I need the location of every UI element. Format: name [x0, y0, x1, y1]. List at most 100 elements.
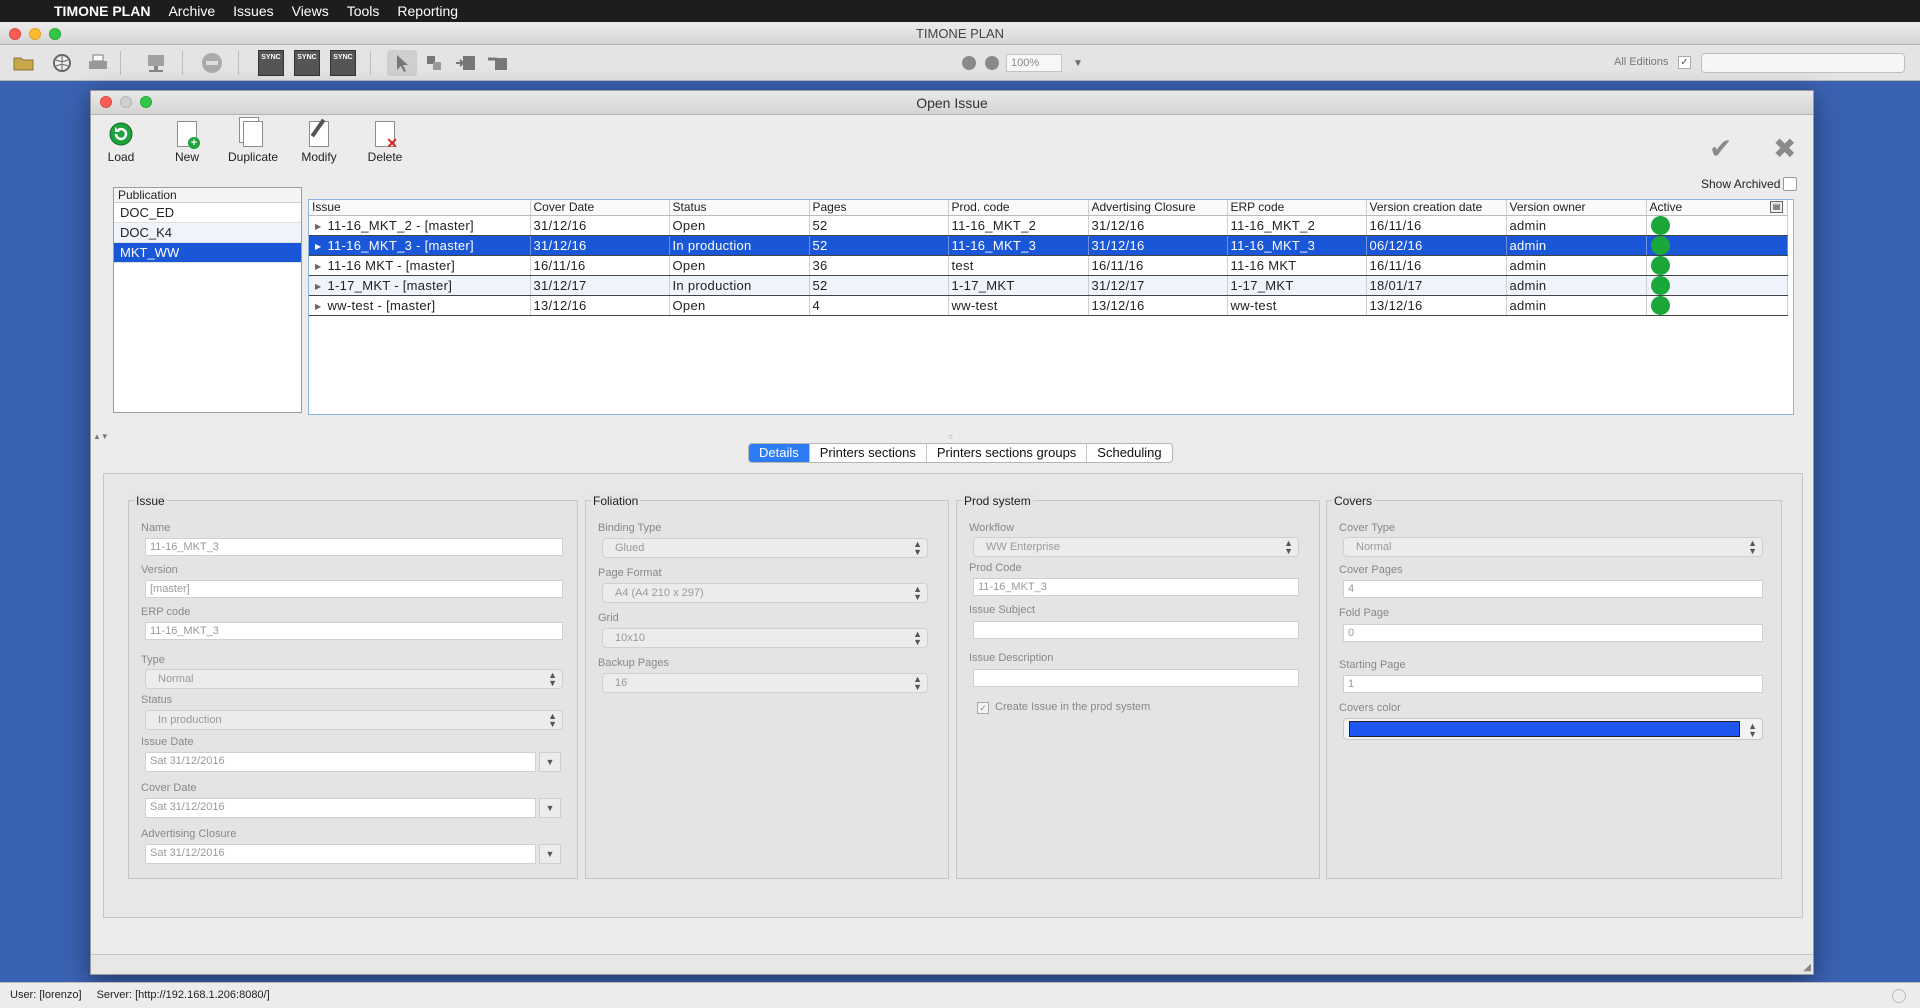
stop-icon[interactable]: [200, 51, 224, 75]
table-row[interactable]: ▶ 11-16_MKT_3 - [master] 31/12/16 In produc…: [309, 235, 1788, 256]
print-icon[interactable]: [86, 51, 110, 75]
network-icon[interactable]: [144, 51, 168, 75]
type-label: Type: [141, 654, 165, 666]
sync-left-icon[interactable]: SYNC: [258, 50, 284, 76]
col-version-owner[interactable]: Version owner: [1506, 200, 1647, 216]
adv-closure-field[interactable]: Sat 31/12/2016: [145, 844, 536, 864]
zoom-window-button[interactable]: [49, 28, 61, 40]
issue-description-field[interactable]: [973, 669, 1299, 687]
status-select[interactable]: In production ▲ ▼: [145, 710, 563, 730]
zoom-in-button[interactable]: [985, 56, 999, 70]
publication-item-doc-k4[interactable]: DOC_K4: [114, 223, 301, 243]
prod-code-field[interactable]: 11-16_MKT_3: [973, 578, 1299, 596]
table-row[interactable]: ▶ 1-17_MKT - [master] 31/12/17 In productio…: [309, 275, 1788, 296]
backup-pages-stepper[interactable]: 16 ▲ ▼: [602, 673, 928, 693]
page-insert-icon[interactable]: [454, 51, 478, 75]
window-title: TIMONE PLAN: [915, 26, 1005, 41]
open-folder-icon[interactable]: [12, 51, 36, 75]
table-row[interactable]: ▶ 11-16 MKT - [master] 16/11/16 Open 36 test 1…: [309, 255, 1788, 276]
tab-details[interactable]: Details: [749, 444, 810, 462]
column-picker-icon[interactable]: ▤: [1770, 201, 1783, 213]
show-archived-checkbox[interactable]: [1783, 177, 1797, 191]
create-in-prod-checkbox[interactable]: ✓: [977, 702, 989, 714]
issue-subject-field[interactable]: [973, 621, 1299, 639]
all-editions-checkbox[interactable]: ✓: [1678, 56, 1691, 69]
dialog-zoom-button[interactable]: [140, 96, 152, 108]
detail-tabs: Details Printers sections Printers secti…: [748, 443, 1173, 463]
col-cover-date[interactable]: Cover Date: [530, 200, 670, 216]
cover-date-dropdown-icon[interactable]: ▼: [539, 798, 561, 818]
cover-type-select[interactable]: Normal ▲ ▼: [1343, 537, 1763, 557]
active-cell: [1646, 275, 1788, 296]
tab-printers-sections[interactable]: Printers sections: [810, 444, 927, 462]
minimize-window-button[interactable]: [29, 28, 41, 40]
issue-date-field[interactable]: Sat 31/12/2016: [145, 752, 536, 772]
delete-button[interactable]: ✕ Delete: [355, 120, 415, 164]
col-version-creation-date[interactable]: Version creation date: [1366, 200, 1507, 216]
expand-triangle-icon[interactable]: ▶: [315, 282, 321, 291]
workflow-select[interactable]: WW Enterprise ▲ ▼: [973, 537, 1299, 557]
menu-tools[interactable]: Tools: [347, 3, 380, 19]
menu-app[interactable]: TIMONE PLAN: [54, 3, 150, 19]
confirm-check-icon[interactable]: ✔: [1709, 132, 1732, 165]
dialog-close-button[interactable]: [100, 96, 112, 108]
resize-grip-icon[interactable]: ◢: [1803, 962, 1811, 973]
menu-archive[interactable]: Archive: [168, 3, 215, 19]
table-cell: 13/12/16: [1366, 295, 1507, 316]
cancel-x-icon[interactable]: ✖: [1773, 132, 1796, 165]
covers-color-select[interactable]: ▲ ▼: [1343, 718, 1763, 740]
grid-label: Grid: [598, 612, 619, 624]
load-button[interactable]: Load: [91, 120, 151, 164]
menu-issues[interactable]: Issues: [233, 3, 273, 19]
binding-type-select[interactable]: Glued ▲ ▼: [602, 538, 928, 558]
sync-right-icon[interactable]: SYNC: [294, 50, 320, 76]
publication-item-doc-ed[interactable]: DOC_ED: [114, 203, 301, 223]
dialog-minimize-button[interactable]: [120, 96, 132, 108]
pointer-tool-icon[interactable]: [390, 51, 414, 75]
activity-indicator-icon: [1892, 989, 1906, 1003]
zoom-level-field[interactable]: 100%: [1006, 54, 1062, 72]
new-button[interactable]: + New: [157, 120, 217, 164]
col-pages[interactable]: Pages: [809, 200, 949, 216]
version-field[interactable]: [master]: [145, 580, 563, 598]
col-prod-code[interactable]: Prod. code: [948, 200, 1089, 216]
col-active[interactable]: Active: [1646, 200, 1788, 216]
fold-page-field[interactable]: 0: [1343, 624, 1763, 642]
workflow-label: Workflow: [969, 522, 1015, 534]
edition-select[interactable]: [1701, 53, 1905, 73]
tab-scheduling[interactable]: Scheduling: [1087, 444, 1171, 462]
cover-date-field[interactable]: Sat 31/12/2016: [145, 798, 536, 818]
page-shift-icon[interactable]: [486, 51, 510, 75]
adv-closure-dropdown-icon[interactable]: ▼: [539, 844, 561, 864]
col-issue[interactable]: Issue: [309, 200, 531, 216]
page-move-icon[interactable]: [422, 51, 446, 75]
expand-triangle-icon[interactable]: ▶: [315, 262, 321, 271]
cover-pages-field[interactable]: 4: [1343, 580, 1763, 598]
expand-triangle-icon[interactable]: ▶: [315, 302, 321, 311]
publication-item-mkt-ww[interactable]: MKT_WW: [114, 243, 301, 263]
col-status[interactable]: Status: [669, 200, 810, 216]
zoom-dropdown-icon[interactable]: ▼: [1066, 51, 1090, 75]
close-window-button[interactable]: [9, 28, 21, 40]
erp-code-field[interactable]: 11-16_MKT_3: [145, 622, 563, 640]
issue-date-dropdown-icon[interactable]: ▼: [539, 752, 561, 772]
table-row[interactable]: ▶ ww-test - [master] 13/12/16 Open 4 ww-test 1…: [309, 295, 1788, 316]
col-advertising-closure[interactable]: Advertising Closure: [1088, 200, 1228, 216]
duplicate-button[interactable]: Duplicate: [223, 120, 283, 164]
globe-icon[interactable]: [50, 51, 74, 75]
menu-reporting[interactable]: Reporting: [397, 3, 458, 19]
col-erp-code[interactable]: ERP code: [1227, 200, 1367, 216]
type-select[interactable]: Normal ▲ ▼: [145, 669, 563, 689]
expand-triangle-icon[interactable]: ▶: [315, 242, 321, 251]
tab-printers-sections-groups[interactable]: Printers sections groups: [927, 444, 1088, 462]
name-field[interactable]: 11-16_MKT_3: [145, 538, 563, 556]
menu-views[interactable]: Views: [292, 3, 329, 19]
modify-button[interactable]: Modify: [289, 118, 349, 164]
table-row[interactable]: ▶ 11-16_MKT_2 - [master] 31/12/16 Open 52 11-…: [309, 215, 1788, 236]
expand-triangle-icon[interactable]: ▶: [315, 222, 321, 231]
zoom-out-button[interactable]: [962, 56, 976, 70]
page-format-select[interactable]: A4 (A4 210 x 297) ▲ ▼: [602, 583, 928, 603]
starting-page-field[interactable]: 1: [1343, 675, 1763, 693]
grid-select[interactable]: 10x10 ▲ ▼: [602, 628, 928, 648]
sync-both-icon[interactable]: SYNC: [330, 50, 356, 76]
